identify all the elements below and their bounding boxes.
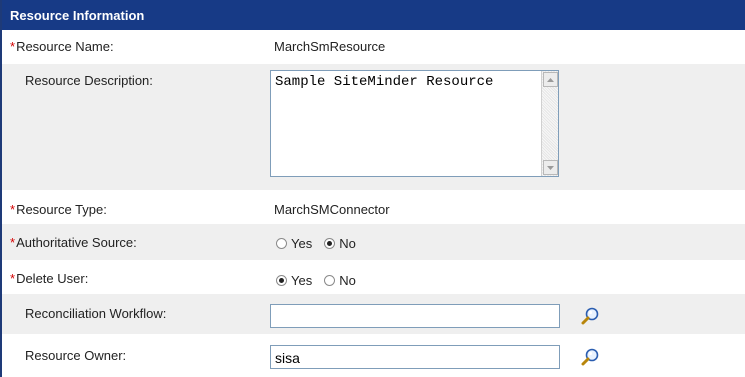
resource-name-label-text: Resource Name: (16, 39, 114, 54)
resource-information-panel: Resource Information *Resource Name: Mar… (0, 0, 745, 377)
row-resource-name: *Resource Name: MarchSmResource (2, 30, 745, 64)
authoritative-source-radio-group: Yes No (276, 236, 368, 251)
resource-name-value: MarchSmResource (274, 39, 386, 54)
resource-description-text: Sample SiteMinder Resource (275, 74, 494, 90)
delete-user-label-text: Delete User: (16, 271, 89, 286)
required-marker: * (10, 39, 16, 54)
row-delete-user: *Delete User: Yes No (2, 260, 745, 294)
scroll-down-button[interactable] (543, 160, 558, 175)
resource-type-label-text: Resource Type: (16, 202, 107, 217)
row-resource-type: *Resource Type: MarchSMConnector (2, 190, 745, 224)
resource-type-value: MarchSMConnector (274, 202, 390, 217)
resource-name-label: *Resource Name: (10, 39, 114, 54)
arrow-down-icon (547, 165, 554, 170)
scroll-up-button[interactable] (543, 72, 558, 87)
search-icon[interactable] (580, 347, 600, 367)
authoritative-source-no-option[interactable]: No (324, 236, 356, 251)
delete-user-yes-label: Yes (291, 273, 313, 288)
required-marker: * (10, 202, 16, 217)
reconciliation-workflow-input[interactable] (270, 304, 560, 328)
delete-user-yes-option[interactable]: Yes (276, 273, 312, 288)
resource-owner-input[interactable]: sisa (270, 345, 560, 369)
delete-user-radio-group: Yes No (276, 273, 368, 288)
resource-owner-label: Resource Owner: (25, 348, 127, 363)
row-reconciliation-workflow: Reconciliation Workflow: (2, 294, 745, 334)
required-marker: * (10, 235, 16, 250)
textarea-scrollbar[interactable] (541, 71, 558, 176)
delete-user-label: *Delete User: (10, 271, 88, 286)
authoritative-source-yes-radio[interactable] (276, 238, 287, 249)
row-authoritative-source: *Authoritative Source: Yes No (2, 224, 745, 260)
section-header: Resource Information (2, 0, 745, 30)
row-resource-description: Resource Description: Sample SiteMinder … (2, 64, 745, 190)
required-marker: * (10, 271, 16, 286)
resource-description-label: Resource Description: (25, 73, 153, 88)
delete-user-no-radio[interactable] (324, 275, 336, 286)
delete-user-yes-radio[interactable] (276, 275, 287, 286)
search-icon[interactable] (580, 306, 600, 326)
delete-user-no-label: No (339, 273, 356, 288)
reconciliation-workflow-label: Reconciliation Workflow: (25, 306, 167, 321)
delete-user-no-option[interactable]: No (324, 273, 356, 288)
authoritative-source-no-label: No (339, 236, 356, 251)
resource-description-textarea[interactable]: Sample SiteMinder Resource (270, 70, 559, 177)
authoritative-source-label: *Authoritative Source: (10, 235, 137, 250)
authoritative-source-yes-option[interactable]: Yes (276, 236, 312, 251)
row-resource-owner: Resource Owner: sisa (2, 334, 745, 377)
authoritative-source-label-text: Authoritative Source: (16, 235, 137, 250)
authoritative-source-no-radio[interactable] (324, 238, 336, 249)
authoritative-source-yes-label: Yes (291, 236, 313, 251)
arrow-up-icon (547, 77, 554, 82)
resource-type-label: *Resource Type: (10, 202, 107, 217)
